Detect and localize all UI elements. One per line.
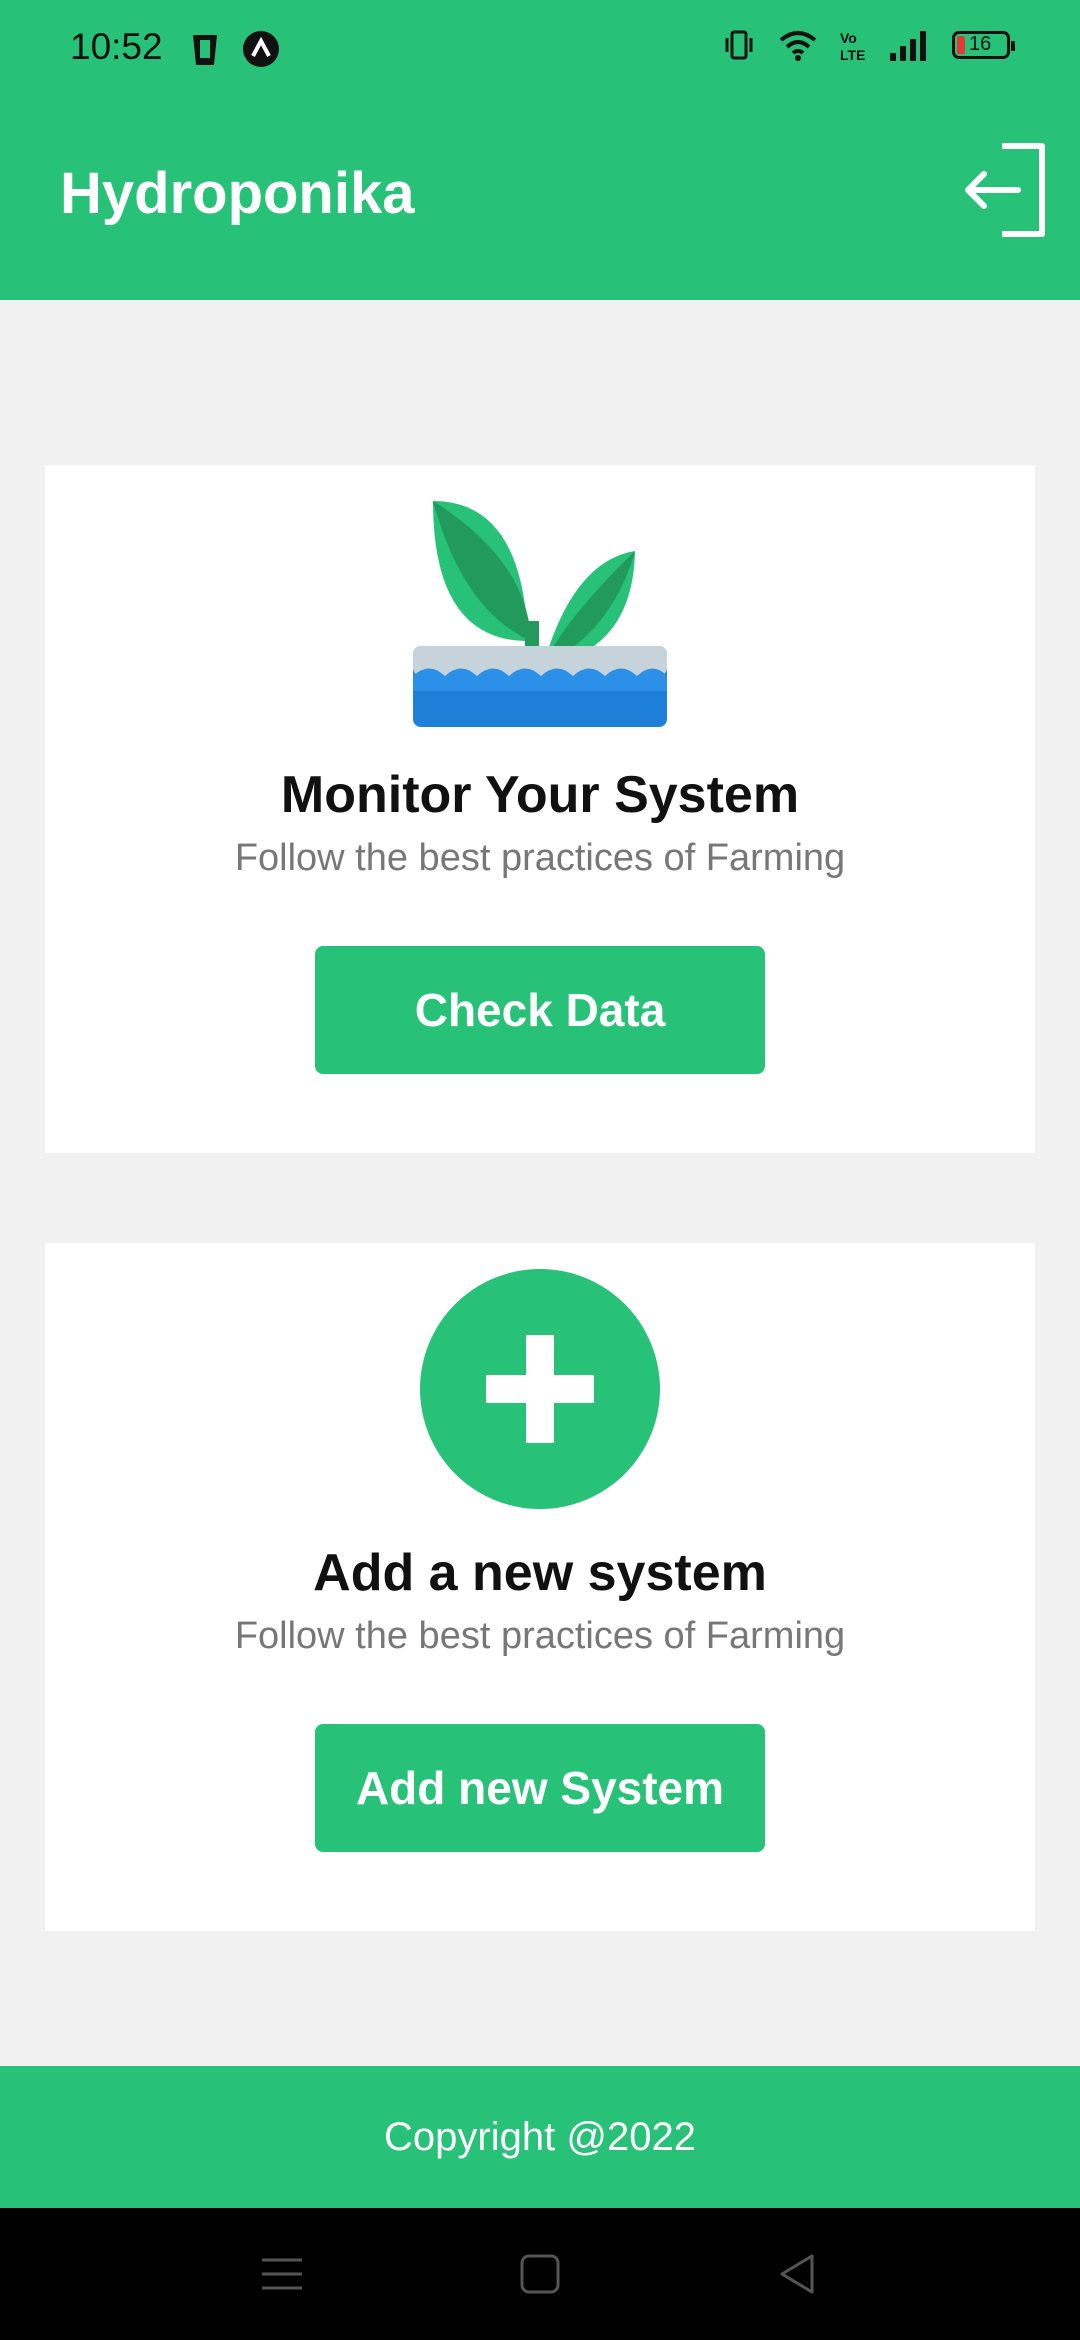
wifi-icon [779, 31, 817, 61]
app-header: 10:52 Vo LTE 16 Hydroponika [0, 0, 1080, 300]
card-subtitle: Follow the best practices of Farming [234, 1615, 846, 1657]
card-title: Add a new system [313, 1544, 767, 1602]
card-title: Monitor Your System [280, 766, 800, 824]
logout-icon [965, 143, 1045, 237]
card-subtitle: Follow the best practices of Farming [234, 837, 846, 879]
app-a-icon [243, 31, 279, 67]
battery-level: 16 [969, 33, 992, 55]
app-title: Hydroponika [60, 161, 415, 226]
status-bar: 10:52 Vo LTE 16 [0, 0, 1080, 96]
footer: Copyright @2022 [0, 2066, 1080, 2208]
add-system-card: Add a new system Follow the best practic… [45, 1243, 1035, 1931]
plus-circle-icon [420, 1269, 660, 1509]
copyright-text: Copyright @2022 [384, 2114, 696, 2159]
logout-button[interactable] [962, 138, 1050, 242]
vibrate-icon [725, 30, 753, 60]
home-icon[interactable] [514, 2248, 566, 2300]
check-data-button[interactable]: Check Data [315, 946, 765, 1074]
monitor-card: Monitor Your System Follow the best prac… [45, 465, 1035, 1153]
signal-icon [890, 31, 926, 61]
menu-icon[interactable] [256, 2248, 308, 2300]
trash-icon [193, 35, 217, 65]
svg-text:LTE: LTE [840, 47, 865, 62]
status-time: 10:52 [70, 26, 163, 67]
battery-icon: 16 [952, 31, 1015, 59]
back-icon[interactable] [772, 2248, 824, 2300]
plant-in-water-icon [413, 501, 667, 727]
volte-icon: Vo LTE [840, 30, 865, 62]
add-new-system-button[interactable]: Add new System [315, 1724, 765, 1852]
svg-text:Vo: Vo [840, 30, 857, 46]
system-nav-bar [0, 2208, 1080, 2340]
